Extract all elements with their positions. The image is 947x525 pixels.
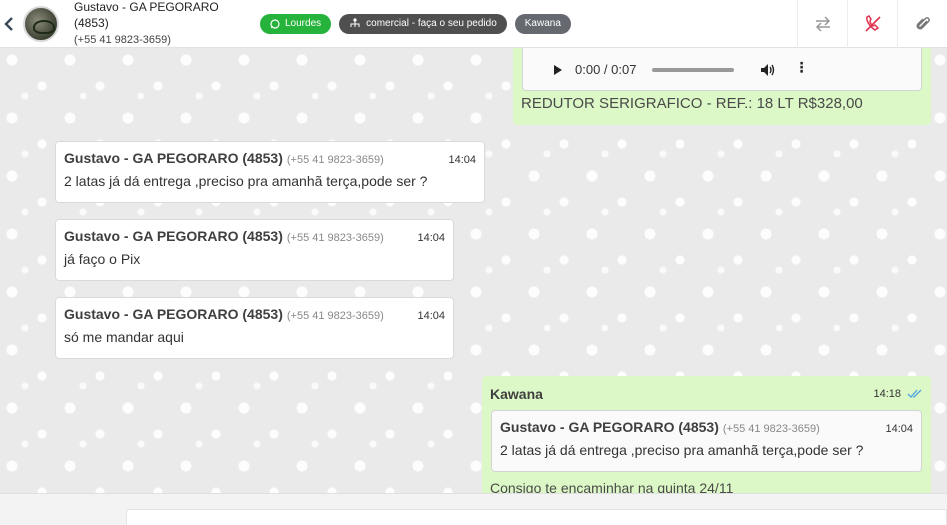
header-actions — [797, 0, 947, 48]
message-time: 14:04 — [417, 310, 445, 322]
quoted-number: (+55 41 9823-3659) — [722, 423, 820, 435]
message-text: Consigo te encaminhar na quinta 24/11 — [490, 480, 734, 493]
tag-label: comercial - faça o seu pedido — [366, 18, 497, 29]
whatsapp-icon — [270, 18, 280, 29]
end-call-icon — [864, 14, 881, 32]
volume-icon[interactable] — [760, 63, 776, 77]
chevron-left-icon — [4, 16, 13, 31]
sender-name: Gustavo - GA PEGORARO (4853) — [64, 306, 283, 322]
quoted-message[interactable]: Gustavo - GA PEGORARO (4853) (+55 41 982… — [491, 410, 922, 472]
message-time: 14:04 — [417, 232, 445, 244]
audio-caption: REDUTOR SERIGRAFICO - REF.: 18 LT R$328,… — [521, 95, 863, 112]
message-time: 14:18 — [873, 388, 901, 400]
more-options-icon[interactable]: ⋮ — [794, 59, 808, 76]
audio-message: 0:00 / 0:07 ⋮ REDUTOR SERIGRAFICO - REF.… — [513, 48, 931, 125]
end-call-button[interactable] — [847, 0, 897, 48]
sender-name: Gustavo - GA PEGORARO (4853) — [64, 228, 283, 244]
message-time: 14:04 — [448, 154, 476, 166]
double-check-icon — [907, 389, 922, 398]
sender-number: (+55 41 9823-3659) — [286, 232, 384, 244]
paperclip-icon — [915, 16, 930, 30]
chat-messages[interactable]: 0:00 / 0:07 ⋮ REDUTOR SERIGRAFICO - REF.… — [0, 48, 947, 493]
audio-progress[interactable] — [652, 67, 735, 72]
quoted-time: 14:04 — [885, 423, 913, 435]
avatar[interactable] — [23, 5, 59, 42]
sitemap-icon — [350, 18, 360, 27]
tag-label: Kawana — [524, 18, 561, 29]
tag-label: Lourdes — [285, 18, 322, 29]
message-text: 2 latas já dá entrega ,preciso pra amanh… — [64, 173, 428, 189]
message-header: Gustavo - GA PEGORARO (4853) (+55 41 982… — [64, 306, 445, 322]
message-meta: 14:18 — [873, 388, 923, 400]
audio-player: 0:00 / 0:07 ⋮ — [522, 48, 922, 91]
incoming-message: Gustavo - GA PEGORARO (4853) (+55 41 982… — [55, 219, 454, 281]
sender-number: (+55 41 9823-3659) — [286, 154, 384, 166]
incoming-message: Gustavo - GA PEGORARO (4853) (+55 41 982… — [55, 141, 485, 203]
message-input[interactable] — [126, 509, 947, 525]
transfer-button[interactable] — [797, 0, 847, 48]
quoted-text: 2 latas já dá entrega ,preciso pra amanh… — [500, 442, 864, 458]
message-text: só me mandar aqui — [64, 329, 184, 345]
quoted-sender: Gustavo - GA PEGORARO (4853) — [500, 419, 719, 435]
chat-header: Gustavo - GA PEGORARO (4853) (+55 41 982… — [0, 0, 947, 48]
tag-kawana[interactable]: Kawana — [514, 13, 571, 34]
transfer-icon — [815, 15, 830, 32]
quoted-header: Gustavo - GA PEGORARO (4853) (+55 41 982… — [500, 419, 913, 435]
back-button[interactable] — [0, 0, 18, 48]
incoming-message: Gustavo - GA PEGORARO (4853) (+55 41 982… — [55, 297, 454, 359]
tag-lourdes[interactable]: Lourdes — [260, 13, 332, 34]
message-text: já faço o Pix — [64, 251, 141, 267]
composer-bar — [0, 493, 947, 525]
outgoing-message: Kawana 14:18 Gustavo - GA PEGORARO (4853… — [482, 376, 931, 493]
message-header: Gustavo - GA PEGORARO (4853) (+55 41 982… — [64, 150, 476, 166]
contact-phone: (+55 41 9823-3659) — [74, 34, 171, 46]
play-icon[interactable] — [553, 64, 563, 76]
sender-name: Kawana — [490, 386, 543, 402]
sender-number: (+55 41 9823-3659) — [286, 310, 384, 322]
message-header: Gustavo - GA PEGORARO (4853) (+55 41 982… — [64, 228, 445, 244]
contact-name: Gustavo - GA PEGORARO (4853) — [74, 0, 219, 30]
tag-comercial[interactable]: comercial - faça o seu pedido — [339, 13, 507, 34]
sender-name: Gustavo - GA PEGORARO (4853) — [64, 150, 283, 166]
attach-button[interactable] — [897, 0, 947, 48]
audio-time: 0:00 / 0:07 — [575, 62, 637, 77]
contact-info[interactable]: Gustavo - GA PEGORARO (4853) (+55 41 982… — [74, 0, 252, 48]
